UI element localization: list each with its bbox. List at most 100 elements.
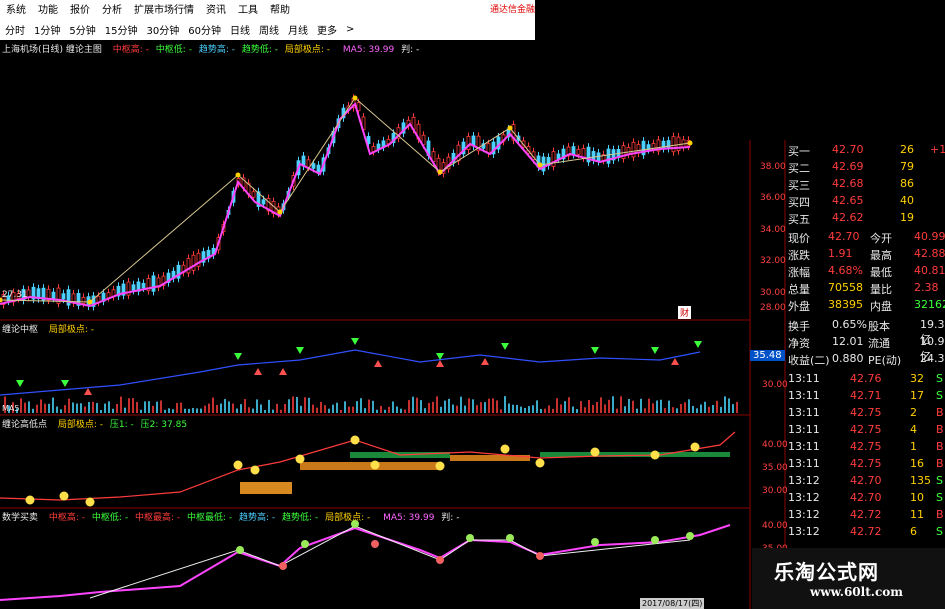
volume-bar <box>664 408 666 413</box>
volume-bar <box>300 405 302 413</box>
volume-bar <box>516 404 518 413</box>
tick-price: 42.71 <box>850 389 882 402</box>
volume-bar <box>544 408 546 413</box>
volume-bar <box>428 402 430 413</box>
candle-body <box>186 258 191 274</box>
volume-bar <box>588 400 590 413</box>
finance-marker[interactable]: 财 <box>678 306 692 319</box>
panel4-legend-4: 趋势高: - <box>239 513 276 523</box>
tick-row: 13:12 42.70 135 S <box>788 474 945 490</box>
tick-side: S <box>936 491 943 504</box>
volume-bar <box>504 396 506 413</box>
volume-bar <box>164 409 166 413</box>
panel4-ma-line <box>0 524 731 601</box>
volume-bar <box>104 403 106 413</box>
bid-label: 买五 <box>788 213 810 226</box>
volume-bar <box>188 408 190 413</box>
panel3-legend-press1: 压1: - <box>109 420 134 430</box>
bid-volume: 79 <box>900 160 914 173</box>
volume-bar <box>248 407 250 413</box>
tick-side: B <box>936 508 944 521</box>
price-tick-30: 30.00 <box>760 288 786 298</box>
volume-bar <box>476 405 478 413</box>
volume-bar <box>460 396 462 413</box>
tick-time: 13:12 <box>788 508 820 521</box>
volume-bar <box>568 397 570 413</box>
bid-volume: 19 <box>900 211 914 224</box>
panel4-legend-1: 中枢低: - <box>91 513 129 523</box>
tick-price: 42.76 <box>850 372 882 385</box>
volume-bar <box>532 405 534 413</box>
panel2-legend: 缠论中枢 局部极点: - <box>2 322 94 335</box>
volume-bar <box>596 401 598 413</box>
candle-body <box>261 199 266 205</box>
stat-val-2: 32162 <box>914 298 945 311</box>
volume-bar <box>336 402 338 413</box>
volume-bar <box>392 401 394 413</box>
buy-arrow <box>296 347 304 354</box>
tick-volume: 17 <box>910 389 924 402</box>
volume-bar <box>28 401 30 413</box>
panel3-tick-30: 30.00 <box>762 486 788 496</box>
buy-arrow <box>694 341 702 348</box>
volume-bar <box>512 404 514 413</box>
low-price-label: 27.31 <box>2 290 28 300</box>
volume-bar <box>200 408 202 413</box>
stat-row: 涨跌 1.91 最高 42.88 <box>788 247 945 263</box>
buy-arrow <box>591 347 599 354</box>
volume-bar <box>384 409 386 413</box>
panel4-legend-judge: 判: - <box>441 513 460 523</box>
fin-key-1: 净资 <box>788 337 810 350</box>
volume-bar <box>192 407 194 413</box>
extreme-dot <box>437 169 443 175</box>
volume-bar <box>172 409 174 413</box>
tick-volume: 6 <box>910 525 917 538</box>
volume-bar <box>456 405 458 413</box>
stat-val-2: 2.38 <box>914 281 939 294</box>
tick-volume: 135 <box>910 474 931 487</box>
candle-body <box>551 151 556 167</box>
volume-bar <box>312 404 314 413</box>
tick-time: 13:11 <box>788 423 820 436</box>
stat-key-1: 涨跌 <box>788 249 810 262</box>
stat-row: 现价 42.70 今开 40.99 <box>788 230 945 246</box>
volume-bar <box>376 409 378 413</box>
tick-volume: 4 <box>910 423 917 436</box>
bid-label: 买一 <box>788 145 810 158</box>
fin-row: 换手 0.65% 股本 19.3亿 <box>788 318 945 346</box>
volume-bar <box>632 400 634 413</box>
volume-bar <box>228 401 230 413</box>
tick-price: 42.75 <box>850 423 882 436</box>
candle-body <box>191 254 196 271</box>
candle-body <box>61 293 66 300</box>
volume-bar <box>616 408 618 413</box>
panel3-title: 缠论高低点 <box>2 420 48 430</box>
volume-bar <box>564 401 566 413</box>
volume-bar <box>100 409 102 413</box>
volume-bar <box>288 399 290 413</box>
volume-bar <box>44 403 46 413</box>
extreme-dot <box>687 140 693 146</box>
signal-dot <box>506 534 514 542</box>
tick-time: 13:12 <box>788 525 820 538</box>
volume-bar <box>676 408 678 413</box>
volume-bar <box>432 401 434 413</box>
stat-key-2: 量比 <box>870 283 892 296</box>
tick-volume: 1 <box>910 440 917 453</box>
volume-bar <box>732 404 734 413</box>
stat-val-1: 1.91 <box>828 247 853 260</box>
volume-bar <box>620 396 622 413</box>
volume-bar <box>292 396 294 413</box>
tick-volume: 16 <box>910 457 924 470</box>
fin-val-1: 0.880 <box>832 352 864 365</box>
stat-key-2: 今开 <box>870 232 892 245</box>
tick-row: 13:11 42.75 4 B <box>788 423 945 439</box>
volume-bar <box>608 399 610 413</box>
volume-bar <box>220 403 222 413</box>
stat-key-1: 现价 <box>788 232 810 245</box>
price-tick-38: 38.00 <box>760 162 786 172</box>
volume-bar <box>240 404 242 413</box>
buy-arrow <box>651 347 659 354</box>
volume-bar <box>648 398 650 413</box>
tick-side: B <box>936 423 944 436</box>
